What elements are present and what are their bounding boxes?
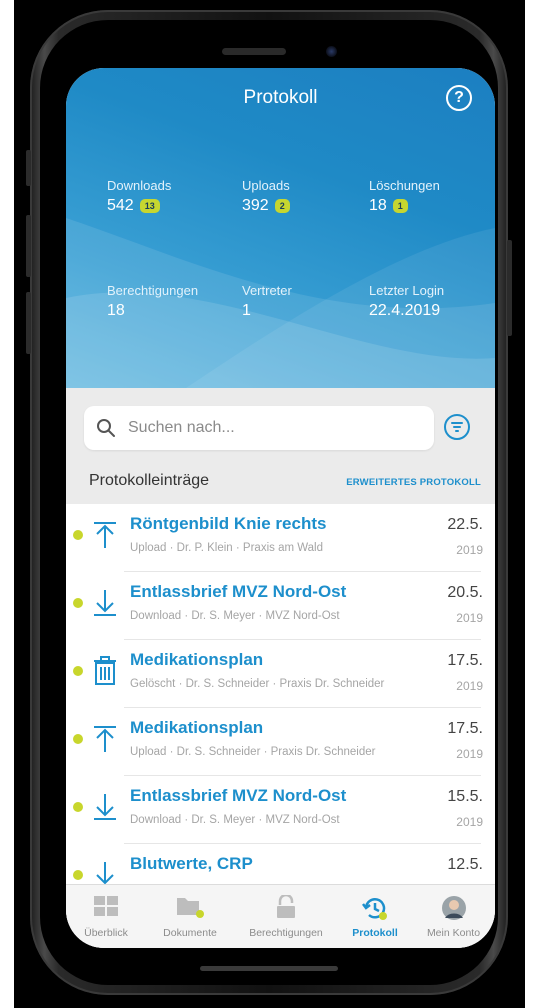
new-indicator-dot: [73, 530, 83, 540]
new-count-badge: 1: [392, 199, 408, 213]
stat-label: Letzter Login: [369, 283, 445, 298]
tab-label: Mein Konto: [426, 927, 481, 939]
stat-value: 1: [242, 302, 251, 319]
upload-icon: [94, 522, 116, 548]
download-icon: [94, 590, 116, 616]
entry-date: 17.5.: [447, 652, 483, 669]
entry-date: 17.5.: [447, 720, 483, 737]
stat-value: 542: [107, 197, 134, 214]
side-button-left-2: [26, 215, 31, 277]
list-item[interactable]: Blutwerte, CRP 12.5.: [66, 844, 495, 884]
entry-year: 2019: [456, 543, 483, 557]
tab-bar: Überblick Dokumente Berechtigungen Proto…: [66, 884, 495, 948]
history-icon: [362, 898, 387, 920]
tab-label: Protokoll: [352, 927, 398, 939]
entry-title: Röntgenbild Knie rechts: [130, 514, 327, 533]
tab-label: Berechtigungen: [249, 927, 323, 939]
entry-title: Entlassbrief MVZ Nord-Ost: [130, 582, 347, 601]
camera: [326, 46, 337, 57]
entry-title: Entlassbrief MVZ Nord-Ost: [130, 786, 347, 805]
tab-overview[interactable]: Überblick: [66, 885, 146, 948]
avatar-icon: [441, 896, 466, 920]
entry-date: 12.5.: [447, 856, 483, 873]
entry-title: Medikationsplan: [130, 650, 264, 669]
entry-year: 2019: [456, 611, 483, 625]
trash-icon: [94, 656, 116, 685]
search-icon: [97, 419, 115, 437]
tab-documents[interactable]: Dokumente: [146, 885, 234, 948]
list-item[interactable]: Medikationsplan Gelöscht · Dr. S. Schnei…: [66, 640, 495, 708]
entry-year: 2019: [456, 679, 483, 693]
entry-subtitle: Download · Dr. S. Meyer · MVZ Nord-Ost: [130, 610, 340, 622]
stat-label: Downloads: [107, 178, 172, 193]
stat-last-login: Letzter Login 22.4.2019: [369, 283, 444, 320]
list-item[interactable]: Entlassbrief MVZ Nord-Ost Download · Dr.…: [66, 776, 495, 844]
entry-date: 22.5.: [447, 516, 483, 533]
stat-value: 22.4.2019: [369, 302, 441, 319]
new-count-badge: 13: [139, 199, 160, 213]
tab-permissions[interactable]: Berechtigungen: [234, 885, 338, 948]
search-input[interactable]: Suchen nach...: [84, 406, 434, 450]
tab-label: Überblick: [84, 927, 128, 939]
upload-icon: [94, 726, 116, 752]
help-icon[interactable]: ?: [446, 85, 472, 111]
entry-date: 15.5.: [447, 788, 483, 805]
home-indicator: [200, 966, 338, 971]
new-indicator-dot: [73, 734, 83, 744]
entry-subtitle: Upload · Dr. S. Schneider · Praxis Dr. S…: [130, 746, 376, 758]
protocol-list: Röntgenbild Knie rechts Upload · Dr. P. …: [66, 504, 495, 884]
list-item[interactable]: Röntgenbild Knie rechts Upload · Dr. P. …: [66, 504, 495, 572]
stat-representatives[interactable]: Vertreter 1: [242, 283, 292, 320]
header-wave-decoration: [66, 218, 495, 388]
tab-my-account[interactable]: Mein Konto: [412, 885, 495, 948]
side-button-right: [507, 240, 512, 336]
entry-year: 2019: [456, 747, 483, 761]
new-indicator-dot: [73, 666, 83, 676]
stat-value: 18: [107, 302, 125, 319]
stat-value: 18: [369, 197, 387, 214]
stat-label: Berechtigungen: [107, 283, 199, 298]
unlock-icon: [277, 895, 295, 918]
entry-title: Blutwerte, CRP: [130, 854, 253, 873]
tab-label: Dokumente: [163, 927, 217, 939]
stat-value: 392: [242, 197, 269, 214]
stat-permissions[interactable]: Berechtigungen 18: [107, 283, 198, 320]
stat-label: Uploads: [242, 178, 290, 193]
new-indicator-dot: [73, 870, 83, 880]
stat-downloads[interactable]: Downloads 542 13: [107, 178, 171, 215]
stat-deletions[interactable]: Löschungen 18 1: [369, 178, 440, 215]
new-indicator-dot: [73, 598, 83, 608]
entry-subtitle: Download · Dr. S. Meyer · MVZ Nord-Ost: [130, 814, 340, 826]
side-button-left-1: [26, 150, 31, 186]
grid-icon: [94, 896, 118, 916]
side-button-left-3: [26, 292, 31, 354]
list-item[interactable]: Entlassbrief MVZ Nord-Ost Download · Dr.…: [66, 572, 495, 640]
stat-uploads[interactable]: Uploads 392 2: [242, 178, 290, 215]
entry-title: Medikationsplan: [130, 718, 264, 737]
app-screen: Protokoll ? Downloads 542 13 Uploads 392 2…: [66, 68, 495, 948]
section-title: Protokolleinträge: [89, 472, 210, 489]
folder-icon: [177, 898, 204, 918]
content-area: Suchen nach... Protokolleinträge ERWEITE…: [66, 388, 495, 948]
stat-label: Vertreter: [242, 283, 292, 298]
entry-date: 20.5.: [447, 584, 483, 601]
search-placeholder: Suchen nach...: [128, 419, 235, 436]
page-title: Protokoll: [243, 87, 318, 108]
list-item[interactable]: Medikationsplan Upload · Dr. S. Schneide…: [66, 708, 495, 776]
extended-protocol-link[interactable]: ERWEITERTES PROTOKOLL: [346, 477, 481, 488]
download-icon: [96, 862, 114, 884]
stat-label: Löschungen: [369, 178, 440, 193]
new-count-badge: 2: [274, 199, 290, 213]
filter-icon[interactable]: [444, 414, 470, 440]
download-icon: [94, 794, 116, 820]
entry-year: 2019: [456, 815, 483, 829]
new-indicator-dot: [73, 802, 83, 812]
speaker: [222, 48, 286, 55]
entry-subtitle: Upload · Dr. P. Klein · Praxis am Wald: [130, 542, 324, 554]
tab-protocol[interactable]: Protokoll: [338, 885, 412, 948]
entry-subtitle: Gelöscht · Dr. S. Schneider · Praxis Dr.…: [130, 678, 385, 690]
header: Protokoll ? Downloads 542 13 Uploads 392 2…: [66, 68, 495, 388]
